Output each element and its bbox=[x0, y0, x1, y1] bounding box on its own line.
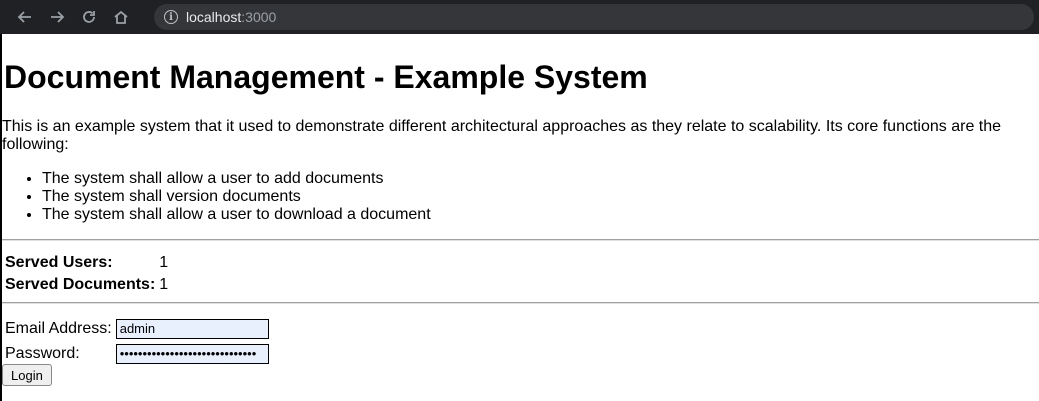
served-documents-value: 1 bbox=[159, 276, 169, 293]
stats-table: Served Users: 1 Served Documents: 1 bbox=[5, 252, 172, 296]
table-row: Served Documents: 1 bbox=[5, 274, 172, 296]
forward-button[interactable] bbox=[46, 6, 68, 28]
served-users-label: Served Users: bbox=[5, 254, 113, 271]
list-item: The system shall allow a user to add doc… bbox=[42, 170, 431, 188]
password-label: Password: bbox=[5, 344, 80, 362]
divider bbox=[2, 239, 1039, 241]
home-icon bbox=[114, 10, 128, 24]
list-item: The system shall allow a user to downloa… bbox=[42, 206, 431, 224]
served-users-value: 1 bbox=[159, 254, 169, 271]
table-row: Password: bbox=[5, 341, 269, 366]
back-button[interactable] bbox=[14, 6, 36, 28]
functions-list: The system shall allow a user to add doc… bbox=[22, 170, 431, 224]
back-icon bbox=[17, 11, 31, 23]
address-bar[interactable]: i localhost:3000 bbox=[154, 4, 1034, 30]
table-row: Served Users: 1 bbox=[5, 252, 172, 274]
page-title: Document Management - Example System bbox=[4, 59, 648, 95]
browser-toolbar: i localhost:3000 bbox=[0, 0, 1039, 34]
divider bbox=[2, 302, 1039, 304]
reload-icon bbox=[83, 11, 95, 23]
url-host: localhost bbox=[186, 9, 242, 25]
intro-paragraph: This is an example system that it used t… bbox=[2, 118, 1002, 153]
reload-button[interactable] bbox=[78, 6, 100, 28]
page-content: Document Management - Example System Thi… bbox=[0, 34, 1039, 401]
served-documents-label: Served Documents: bbox=[5, 276, 156, 293]
page-edge-line bbox=[0, 34, 2, 401]
list-item: The system shall version documents bbox=[42, 188, 431, 206]
email-field[interactable] bbox=[115, 318, 269, 339]
password-field[interactable] bbox=[115, 343, 269, 364]
login-button[interactable]: Login bbox=[2, 364, 52, 386]
forward-icon bbox=[51, 11, 65, 23]
info-icon[interactable]: i bbox=[164, 10, 178, 24]
table-row: Email Address: bbox=[5, 316, 269, 341]
home-button[interactable] bbox=[110, 6, 132, 28]
login-form: Email Address: Password: bbox=[5, 316, 269, 366]
email-label: Email Address: bbox=[5, 319, 112, 337]
url-port: :3000 bbox=[241, 9, 277, 25]
